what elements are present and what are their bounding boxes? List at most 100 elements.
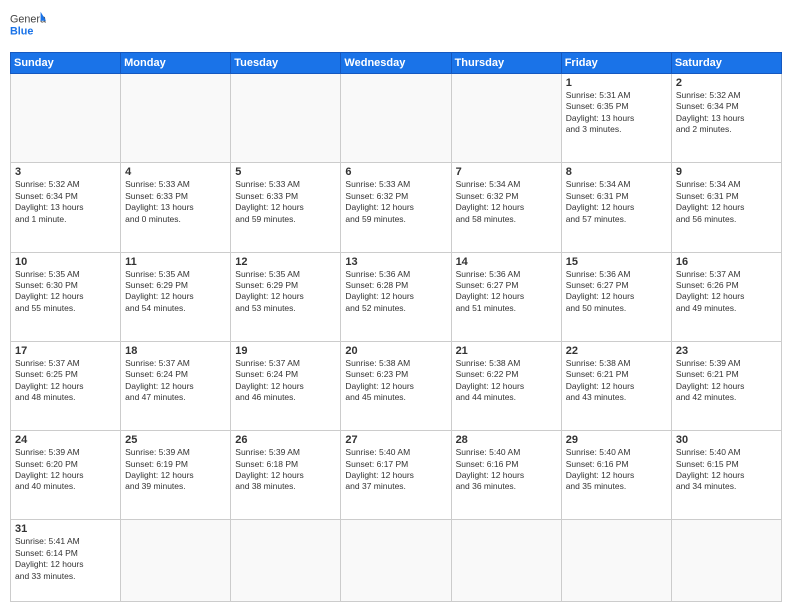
day-info: Sunrise: 5:40 AM Sunset: 6:15 PM Dayligh… bbox=[676, 447, 777, 493]
calendar-cell: 21Sunrise: 5:38 AM Sunset: 6:22 PM Dayli… bbox=[451, 341, 561, 430]
logo: General Blue bbox=[10, 10, 46, 46]
day-info: Sunrise: 5:40 AM Sunset: 6:16 PM Dayligh… bbox=[456, 447, 557, 493]
week-row-4: 24Sunrise: 5:39 AM Sunset: 6:20 PM Dayli… bbox=[11, 431, 782, 520]
calendar-cell: 28Sunrise: 5:40 AM Sunset: 6:16 PM Dayli… bbox=[451, 431, 561, 520]
calendar-cell: 4Sunrise: 5:33 AM Sunset: 6:33 PM Daylig… bbox=[121, 163, 231, 252]
day-number: 18 bbox=[125, 345, 226, 357]
day-info: Sunrise: 5:37 AM Sunset: 6:26 PM Dayligh… bbox=[676, 269, 777, 315]
calendar-cell bbox=[341, 520, 451, 602]
calendar-cell: 2Sunrise: 5:32 AM Sunset: 6:34 PM Daylig… bbox=[671, 74, 781, 163]
calendar-cell: 25Sunrise: 5:39 AM Sunset: 6:19 PM Dayli… bbox=[121, 431, 231, 520]
day-info: Sunrise: 5:37 AM Sunset: 6:24 PM Dayligh… bbox=[125, 358, 226, 404]
day-info: Sunrise: 5:33 AM Sunset: 6:33 PM Dayligh… bbox=[125, 179, 226, 225]
day-number: 19 bbox=[235, 345, 336, 357]
calendar-cell: 10Sunrise: 5:35 AM Sunset: 6:30 PM Dayli… bbox=[11, 252, 121, 341]
day-number: 7 bbox=[456, 166, 557, 178]
day-number: 12 bbox=[235, 256, 336, 268]
day-number: 30 bbox=[676, 434, 777, 446]
weekday-header-monday: Monday bbox=[121, 53, 231, 74]
day-info: Sunrise: 5:34 AM Sunset: 6:32 PM Dayligh… bbox=[456, 179, 557, 225]
calendar-cell: 13Sunrise: 5:36 AM Sunset: 6:28 PM Dayli… bbox=[341, 252, 451, 341]
calendar-cell: 20Sunrise: 5:38 AM Sunset: 6:23 PM Dayli… bbox=[341, 341, 451, 430]
day-info: Sunrise: 5:39 AM Sunset: 6:20 PM Dayligh… bbox=[15, 447, 116, 493]
day-number: 14 bbox=[456, 256, 557, 268]
day-info: Sunrise: 5:40 AM Sunset: 6:17 PM Dayligh… bbox=[345, 447, 446, 493]
day-number: 29 bbox=[566, 434, 667, 446]
calendar-cell: 27Sunrise: 5:40 AM Sunset: 6:17 PM Dayli… bbox=[341, 431, 451, 520]
logo-icon: General Blue bbox=[10, 10, 46, 46]
weekday-header-wednesday: Wednesday bbox=[341, 53, 451, 74]
week-row-0: 1Sunrise: 5:31 AM Sunset: 6:35 PM Daylig… bbox=[11, 74, 782, 163]
day-number: 10 bbox=[15, 256, 116, 268]
calendar-cell bbox=[561, 520, 671, 602]
weekday-header-sunday: Sunday bbox=[11, 53, 121, 74]
day-number: 4 bbox=[125, 166, 226, 178]
calendar-cell bbox=[451, 74, 561, 163]
week-row-5: 31Sunrise: 5:41 AM Sunset: 6:14 PM Dayli… bbox=[11, 520, 782, 602]
weekday-header-thursday: Thursday bbox=[451, 53, 561, 74]
day-info: Sunrise: 5:37 AM Sunset: 6:24 PM Dayligh… bbox=[235, 358, 336, 404]
svg-text:Blue: Blue bbox=[10, 25, 33, 37]
calendar-cell: 12Sunrise: 5:35 AM Sunset: 6:29 PM Dayli… bbox=[231, 252, 341, 341]
day-info: Sunrise: 5:36 AM Sunset: 6:27 PM Dayligh… bbox=[566, 269, 667, 315]
calendar-cell: 23Sunrise: 5:39 AM Sunset: 6:21 PM Dayli… bbox=[671, 341, 781, 430]
calendar-cell bbox=[121, 520, 231, 602]
day-info: Sunrise: 5:39 AM Sunset: 6:19 PM Dayligh… bbox=[125, 447, 226, 493]
day-number: 31 bbox=[15, 523, 116, 535]
day-info: Sunrise: 5:34 AM Sunset: 6:31 PM Dayligh… bbox=[676, 179, 777, 225]
calendar-cell: 19Sunrise: 5:37 AM Sunset: 6:24 PM Dayli… bbox=[231, 341, 341, 430]
day-number: 25 bbox=[125, 434, 226, 446]
calendar-cell bbox=[341, 74, 451, 163]
week-row-1: 3Sunrise: 5:32 AM Sunset: 6:34 PM Daylig… bbox=[11, 163, 782, 252]
calendar-cell: 6Sunrise: 5:33 AM Sunset: 6:32 PM Daylig… bbox=[341, 163, 451, 252]
calendar-cell: 18Sunrise: 5:37 AM Sunset: 6:24 PM Dayli… bbox=[121, 341, 231, 430]
day-info: Sunrise: 5:35 AM Sunset: 6:30 PM Dayligh… bbox=[15, 269, 116, 315]
day-number: 1 bbox=[566, 77, 667, 89]
day-info: Sunrise: 5:32 AM Sunset: 6:34 PM Dayligh… bbox=[676, 90, 777, 136]
calendar-cell: 26Sunrise: 5:39 AM Sunset: 6:18 PM Dayli… bbox=[231, 431, 341, 520]
calendar-cell bbox=[671, 520, 781, 602]
calendar-cell: 30Sunrise: 5:40 AM Sunset: 6:15 PM Dayli… bbox=[671, 431, 781, 520]
day-info: Sunrise: 5:36 AM Sunset: 6:28 PM Dayligh… bbox=[345, 269, 446, 315]
week-row-3: 17Sunrise: 5:37 AM Sunset: 6:25 PM Dayli… bbox=[11, 341, 782, 430]
day-info: Sunrise: 5:37 AM Sunset: 6:25 PM Dayligh… bbox=[15, 358, 116, 404]
day-number: 21 bbox=[456, 345, 557, 357]
calendar-cell: 3Sunrise: 5:32 AM Sunset: 6:34 PM Daylig… bbox=[11, 163, 121, 252]
calendar-cell: 29Sunrise: 5:40 AM Sunset: 6:16 PM Dayli… bbox=[561, 431, 671, 520]
weekday-header-saturday: Saturday bbox=[671, 53, 781, 74]
day-info: Sunrise: 5:35 AM Sunset: 6:29 PM Dayligh… bbox=[125, 269, 226, 315]
calendar-cell bbox=[451, 520, 561, 602]
day-number: 9 bbox=[676, 166, 777, 178]
weekday-header-friday: Friday bbox=[561, 53, 671, 74]
calendar-cell: 9Sunrise: 5:34 AM Sunset: 6:31 PM Daylig… bbox=[671, 163, 781, 252]
page: General Blue SundayMondayTuesdayWednesda… bbox=[0, 0, 792, 612]
calendar-cell: 24Sunrise: 5:39 AM Sunset: 6:20 PM Dayli… bbox=[11, 431, 121, 520]
calendar-cell: 17Sunrise: 5:37 AM Sunset: 6:25 PM Dayli… bbox=[11, 341, 121, 430]
day-number: 13 bbox=[345, 256, 446, 268]
calendar-cell: 5Sunrise: 5:33 AM Sunset: 6:33 PM Daylig… bbox=[231, 163, 341, 252]
day-info: Sunrise: 5:31 AM Sunset: 6:35 PM Dayligh… bbox=[566, 90, 667, 136]
day-info: Sunrise: 5:35 AM Sunset: 6:29 PM Dayligh… bbox=[235, 269, 336, 315]
day-number: 28 bbox=[456, 434, 557, 446]
calendar-cell bbox=[11, 74, 121, 163]
calendar-cell bbox=[231, 520, 341, 602]
day-number: 6 bbox=[345, 166, 446, 178]
day-info: Sunrise: 5:38 AM Sunset: 6:22 PM Dayligh… bbox=[456, 358, 557, 404]
day-number: 2 bbox=[676, 77, 777, 89]
day-info: Sunrise: 5:41 AM Sunset: 6:14 PM Dayligh… bbox=[15, 536, 116, 582]
calendar-cell: 7Sunrise: 5:34 AM Sunset: 6:32 PM Daylig… bbox=[451, 163, 561, 252]
day-number: 23 bbox=[676, 345, 777, 357]
day-info: Sunrise: 5:40 AM Sunset: 6:16 PM Dayligh… bbox=[566, 447, 667, 493]
calendar-cell: 15Sunrise: 5:36 AM Sunset: 6:27 PM Dayli… bbox=[561, 252, 671, 341]
calendar-cell: 8Sunrise: 5:34 AM Sunset: 6:31 PM Daylig… bbox=[561, 163, 671, 252]
day-info: Sunrise: 5:36 AM Sunset: 6:27 PM Dayligh… bbox=[456, 269, 557, 315]
calendar-cell: 31Sunrise: 5:41 AM Sunset: 6:14 PM Dayli… bbox=[11, 520, 121, 602]
day-number: 11 bbox=[125, 256, 226, 268]
week-row-2: 10Sunrise: 5:35 AM Sunset: 6:30 PM Dayli… bbox=[11, 252, 782, 341]
calendar-table: SundayMondayTuesdayWednesdayThursdayFrid… bbox=[10, 52, 782, 602]
weekday-header-row: SundayMondayTuesdayWednesdayThursdayFrid… bbox=[11, 53, 782, 74]
calendar-cell bbox=[231, 74, 341, 163]
calendar-cell: 1Sunrise: 5:31 AM Sunset: 6:35 PM Daylig… bbox=[561, 74, 671, 163]
day-info: Sunrise: 5:38 AM Sunset: 6:23 PM Dayligh… bbox=[345, 358, 446, 404]
calendar-cell: 22Sunrise: 5:38 AM Sunset: 6:21 PM Dayli… bbox=[561, 341, 671, 430]
